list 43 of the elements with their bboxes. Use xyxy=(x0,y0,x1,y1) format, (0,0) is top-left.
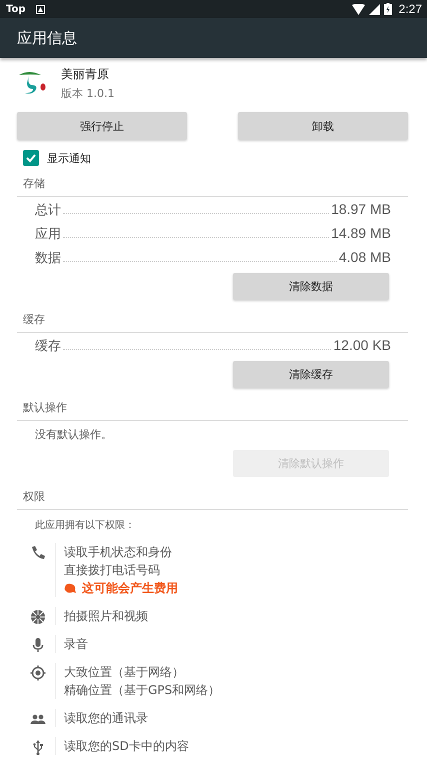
permission-text: 精确位置（基于GPS和网络） xyxy=(64,682,220,699)
section-header: 默认操作 xyxy=(17,390,408,421)
permission-text: 拍摄照片和视频 xyxy=(64,608,148,625)
section-header: 缓存 xyxy=(17,302,408,333)
permission-text: 读取您的SD卡中的内容 xyxy=(64,738,189,755)
section-button[interactable]: 清除数据 xyxy=(233,273,389,300)
row-label: 应用 xyxy=(35,226,61,244)
check-icon xyxy=(25,152,37,164)
battery-icon xyxy=(384,3,392,15)
action-button[interactable]: 卸载 xyxy=(238,112,408,140)
row-value: 18.97 MB xyxy=(331,200,391,219)
app-name: 美丽青原 xyxy=(61,66,110,82)
notification-icon xyxy=(36,4,45,14)
section-header: 存储 xyxy=(17,166,408,197)
location-icon xyxy=(30,665,46,681)
screen-title: 应用信息 xyxy=(17,28,77,48)
camera-aperture-icon xyxy=(30,609,46,625)
status-text: Top xyxy=(6,4,26,14)
permission-text: 直接拨打电话号码 xyxy=(64,562,161,579)
microphone-icon xyxy=(30,637,46,653)
app-version: 版本 1.0.1 xyxy=(61,86,114,100)
row-label: 数据 xyxy=(35,250,61,268)
row-label: 缓存 xyxy=(35,338,61,356)
clock-text: 2:27 xyxy=(398,2,422,16)
permission-text: 录音 xyxy=(64,636,88,653)
section-button[interactable]: 清除缓存 xyxy=(233,361,389,388)
permission-text: 读取手机状态和身份 xyxy=(64,544,173,561)
permissions-intro: 此应用拥有以下权限： xyxy=(34,518,136,533)
row-value: 14.89 MB xyxy=(331,224,391,243)
row-value: 4.08 MB xyxy=(338,248,391,267)
section-text: 没有默认操作。 xyxy=(34,427,113,443)
notification-label: 显示通知 xyxy=(47,150,91,166)
checkbox[interactable] xyxy=(23,150,39,166)
action-button[interactable]: 强行停止 xyxy=(17,112,187,140)
section-header: 权限 xyxy=(17,479,408,510)
charge-warning: 这可能会产生费用 xyxy=(82,580,178,597)
phone-icon xyxy=(30,545,46,561)
permission-text: 读取您的通讯录 xyxy=(64,710,148,727)
wifi-icon xyxy=(352,4,365,14)
row-value: 12.00 KB xyxy=(333,336,391,355)
signal-icon xyxy=(368,4,380,14)
permission-text: 大致位置（基于网络） xyxy=(64,664,185,681)
row-label: 总计 xyxy=(35,202,61,220)
